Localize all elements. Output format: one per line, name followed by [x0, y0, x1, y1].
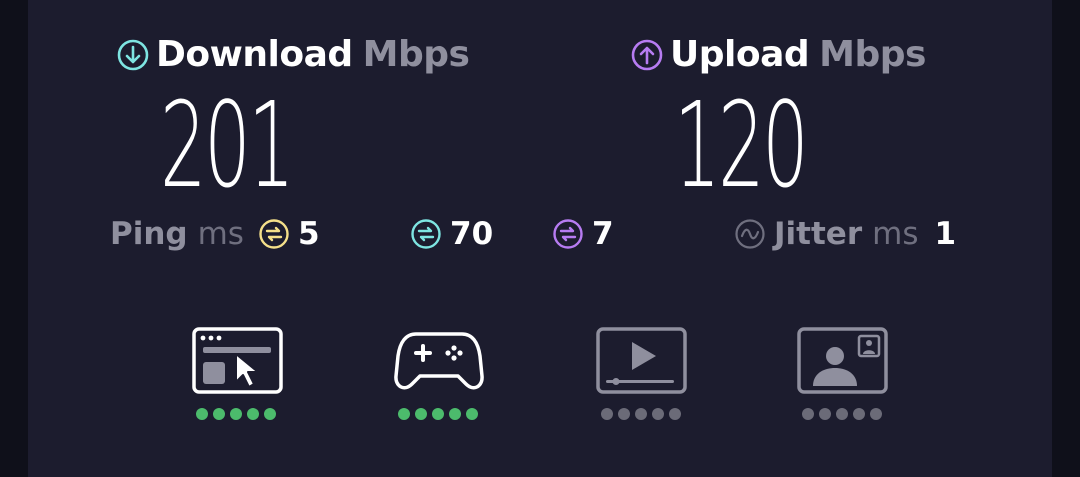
download-speed-value: 201	[160, 76, 295, 214]
arrow-up-circle-icon	[631, 39, 663, 70]
rating-dot	[802, 408, 814, 420]
ping-idle-value: 5	[297, 216, 320, 252]
rating-dot	[836, 408, 848, 420]
ping-download-icon	[411, 219, 441, 249]
video-streaming-rating	[601, 408, 681, 420]
rating-dot	[618, 408, 630, 420]
rating-dot	[415, 408, 427, 420]
rating-dot	[213, 408, 225, 420]
jitter-icon	[735, 219, 765, 249]
rating-dot	[398, 408, 410, 420]
rating-dot	[870, 408, 882, 420]
ping-download-value: 70	[450, 216, 494, 252]
rating-dot	[466, 408, 478, 420]
video-chat-rating	[802, 408, 882, 420]
rating-dot	[635, 408, 647, 420]
download-unit: Mbps	[362, 34, 470, 75]
rating-dot	[853, 408, 865, 420]
ping-upload-icon	[553, 219, 583, 249]
ping-label: Ping	[110, 216, 188, 252]
web-browsing-rating	[196, 408, 276, 420]
gaming-rating	[398, 408, 478, 420]
rating-dot	[449, 408, 461, 420]
web-browsing-icon	[192, 327, 283, 394]
download-label: Download	[156, 34, 353, 75]
download-header: Download Mbps	[116, 34, 470, 75]
gaming-icon	[394, 332, 484, 390]
upload-unit: Mbps	[819, 34, 926, 75]
rating-dot	[432, 408, 444, 420]
rating-dot	[669, 408, 681, 420]
arrow-down-circle-icon	[117, 39, 149, 70]
ping-upload: 7	[552, 216, 614, 252]
jitter-label: Jitter	[774, 216, 863, 252]
video-streaming-icon	[596, 327, 687, 394]
ping-unit: ms	[197, 216, 244, 252]
video-chat-icon	[797, 327, 888, 394]
rating-dot	[819, 408, 831, 420]
ping-idle-icon	[259, 219, 289, 249]
upload-label: Upload	[670, 34, 810, 75]
rating-dot	[196, 408, 208, 420]
jitter-unit: ms	[872, 216, 919, 252]
rating-dot	[230, 408, 242, 420]
jitter-value: 1	[934, 216, 957, 252]
rating-dot	[247, 408, 259, 420]
ping-download: 70	[410, 216, 493, 252]
ping-upload-value: 7	[592, 216, 614, 252]
rating-dot	[264, 408, 276, 420]
jitter: Jitter ms 1	[734, 216, 956, 252]
ping-idle: Ping ms 5	[110, 216, 320, 252]
upload-speed-value: 120	[674, 76, 809, 214]
upload-header: Upload Mbps	[630, 34, 926, 75]
rating-dot	[652, 408, 664, 420]
rating-dot	[601, 408, 613, 420]
